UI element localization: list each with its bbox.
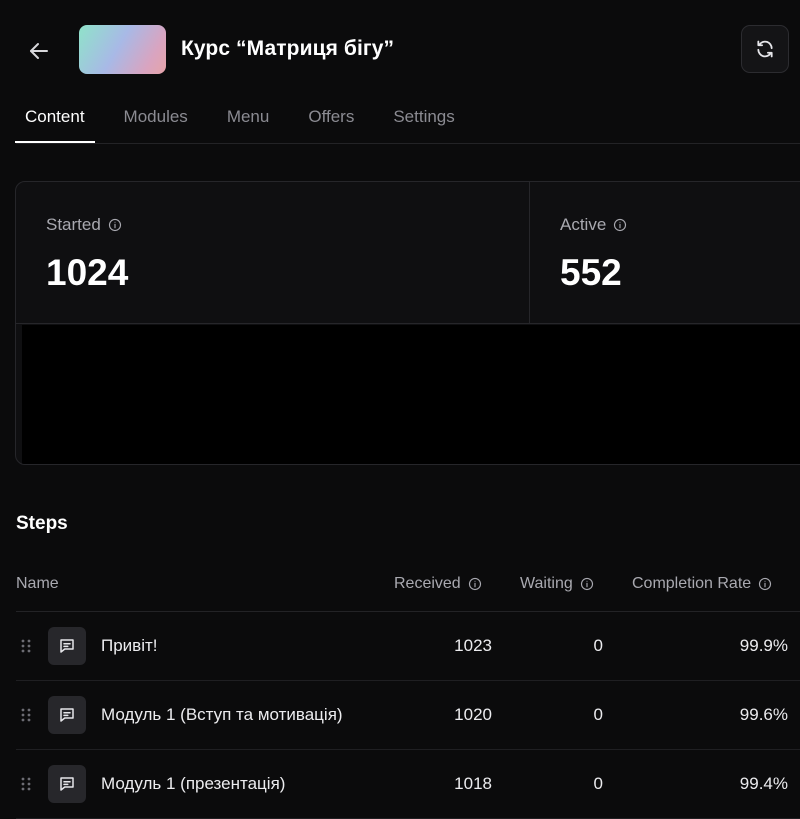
column-name: Name bbox=[16, 575, 59, 593]
completion-rate-value: 99.4% bbox=[739, 774, 788, 793]
column-waiting: Waiting bbox=[520, 575, 594, 593]
waiting-value: 0 bbox=[593, 705, 603, 724]
completion-rate-value: 99.6% bbox=[739, 705, 788, 724]
stat-label: Active bbox=[560, 215, 627, 235]
info-icon[interactable] bbox=[468, 577, 482, 591]
drag-handle-icon[interactable] bbox=[20, 638, 32, 659]
step-name[interactable]: Привіт! bbox=[101, 636, 158, 656]
arrow-left-icon bbox=[30, 43, 48, 59]
received-value: 1023 bbox=[454, 636, 492, 655]
column-waiting-label: Waiting bbox=[520, 575, 573, 592]
column-completion-rate: Completion Rate bbox=[632, 575, 772, 593]
chart-area bbox=[22, 325, 800, 464]
message-icon bbox=[48, 765, 86, 803]
stat-label: Started bbox=[46, 215, 122, 235]
info-icon[interactable] bbox=[613, 218, 627, 232]
tab-offers[interactable]: Offers bbox=[308, 97, 354, 142]
column-completion-rate-label: Completion Rate bbox=[632, 575, 752, 592]
stat-active: Active 552 bbox=[530, 182, 800, 324]
tab-settings[interactable]: Settings bbox=[393, 97, 454, 142]
message-icon bbox=[48, 627, 86, 665]
received-value: 1020 bbox=[454, 705, 492, 724]
stat-label-text: Active bbox=[560, 215, 607, 234]
info-icon[interactable] bbox=[758, 577, 772, 591]
step-name[interactable]: Модуль 1 (презентація) bbox=[101, 774, 285, 794]
info-icon[interactable] bbox=[108, 218, 122, 232]
refresh-icon bbox=[757, 40, 773, 58]
back-button[interactable] bbox=[24, 36, 54, 66]
course-thumbnail bbox=[79, 25, 166, 74]
waiting-value: 0 bbox=[593, 636, 603, 655]
column-received-label: Received bbox=[394, 575, 461, 592]
tab-content[interactable]: Content bbox=[15, 97, 95, 143]
steps-title: Steps bbox=[16, 513, 68, 534]
message-icon bbox=[48, 696, 86, 734]
tab-modules[interactable]: Modules bbox=[124, 97, 188, 142]
stat-started: Started 1024 bbox=[16, 182, 530, 324]
table-row[interactable]: Привіт! 1023 0 99.9% bbox=[16, 612, 800, 681]
completion-rate-value: 99.9% bbox=[739, 636, 788, 655]
table-row[interactable]: Модуль 1 (Вступ та мотивація) 1020 0 99.… bbox=[16, 681, 800, 750]
tab-menu[interactable]: Menu bbox=[227, 97, 270, 142]
refresh-button[interactable] bbox=[741, 25, 789, 73]
stat-label-text: Started bbox=[46, 215, 101, 234]
drag-handle-icon[interactable] bbox=[20, 776, 32, 797]
info-icon[interactable] bbox=[580, 577, 594, 591]
drag-handle-icon[interactable] bbox=[20, 707, 32, 728]
stat-value: 1024 bbox=[46, 252, 129, 293]
stats-card: Started 1024 Active 552 bbox=[15, 181, 800, 465]
column-received: Received bbox=[394, 575, 482, 593]
column-name-label: Name bbox=[16, 575, 59, 592]
received-value: 1018 bbox=[454, 774, 492, 793]
waiting-value: 0 bbox=[593, 774, 603, 793]
page-title: Курс “Матриця бігу” bbox=[181, 37, 395, 60]
table-row[interactable]: Модуль 1 (презентація) 1018 0 99.4% bbox=[16, 750, 800, 819]
steps-table-header: Name Received Waiting Completion Rate bbox=[16, 560, 800, 612]
tab-bar: Content Modules Menu Offers Settings bbox=[15, 97, 800, 144]
stat-value: 552 bbox=[560, 252, 622, 293]
page-header: Курс “Матриця бігу” bbox=[0, 0, 800, 100]
step-name[interactable]: Модуль 1 (Вступ та мотивація) bbox=[101, 705, 343, 725]
